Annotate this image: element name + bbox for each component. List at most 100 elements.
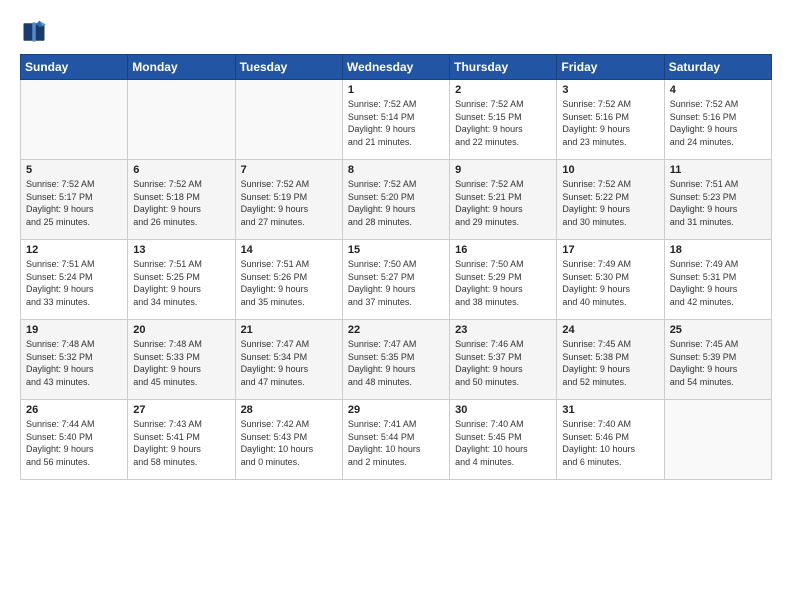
day-info: Sunrise: 7:43 AM Sunset: 5:41 PM Dayligh…	[133, 418, 229, 468]
day-cell: 12 Sunrise: 7:51 AM Sunset: 5:24 PM Dayli…	[21, 240, 128, 320]
day-info: Sunrise: 7:52 AM Sunset: 5:21 PM Dayligh…	[455, 178, 551, 228]
day-cell: 18 Sunrise: 7:49 AM Sunset: 5:31 PM Dayli…	[664, 240, 771, 320]
day-cell: 27 Sunrise: 7:43 AM Sunset: 5:41 PM Dayli…	[128, 400, 235, 480]
day-number: 6	[133, 164, 229, 176]
day-info: Sunrise: 7:48 AM Sunset: 5:33 PM Dayligh…	[133, 338, 229, 388]
day-info: Sunrise: 7:50 AM Sunset: 5:29 PM Dayligh…	[455, 258, 551, 308]
day-number: 14	[241, 244, 337, 256]
day-info: Sunrise: 7:51 AM Sunset: 5:26 PM Dayligh…	[241, 258, 337, 308]
day-cell: 17 Sunrise: 7:49 AM Sunset: 5:30 PM Dayli…	[557, 240, 664, 320]
day-number: 3	[562, 84, 658, 96]
day-cell: 26 Sunrise: 7:44 AM Sunset: 5:40 PM Dayli…	[21, 400, 128, 480]
day-cell	[128, 80, 235, 160]
day-cell: 29 Sunrise: 7:41 AM Sunset: 5:44 PM Dayli…	[342, 400, 449, 480]
logo-icon	[20, 18, 48, 46]
day-info: Sunrise: 7:45 AM Sunset: 5:38 PM Dayligh…	[562, 338, 658, 388]
day-cell: 15 Sunrise: 7:50 AM Sunset: 5:27 PM Dayli…	[342, 240, 449, 320]
calendar-page: SundayMondayTuesdayWednesdayThursdayFrid…	[0, 0, 792, 612]
day-info: Sunrise: 7:52 AM Sunset: 5:19 PM Dayligh…	[241, 178, 337, 228]
day-number: 5	[26, 164, 122, 176]
day-number: 8	[348, 164, 444, 176]
day-number: 31	[562, 404, 658, 416]
day-info: Sunrise: 7:52 AM Sunset: 5:16 PM Dayligh…	[670, 98, 766, 148]
calendar-table: SundayMondayTuesdayWednesdayThursdayFrid…	[20, 54, 772, 480]
day-info: Sunrise: 7:52 AM Sunset: 5:18 PM Dayligh…	[133, 178, 229, 228]
day-info: Sunrise: 7:49 AM Sunset: 5:31 PM Dayligh…	[670, 258, 766, 308]
day-number: 26	[26, 404, 122, 416]
day-number: 19	[26, 324, 122, 336]
day-info: Sunrise: 7:40 AM Sunset: 5:46 PM Dayligh…	[562, 418, 658, 468]
day-cell: 1 Sunrise: 7:52 AM Sunset: 5:14 PM Daylig…	[342, 80, 449, 160]
day-info: Sunrise: 7:52 AM Sunset: 5:15 PM Dayligh…	[455, 98, 551, 148]
day-cell	[235, 80, 342, 160]
day-number: 20	[133, 324, 229, 336]
day-number: 1	[348, 84, 444, 96]
week-row-2: 5 Sunrise: 7:52 AM Sunset: 5:17 PM Daylig…	[21, 160, 772, 240]
day-number: 27	[133, 404, 229, 416]
day-number: 7	[241, 164, 337, 176]
day-cell: 13 Sunrise: 7:51 AM Sunset: 5:25 PM Dayli…	[128, 240, 235, 320]
col-header-thursday: Thursday	[450, 55, 557, 80]
day-number: 23	[455, 324, 551, 336]
day-cell: 9 Sunrise: 7:52 AM Sunset: 5:21 PM Daylig…	[450, 160, 557, 240]
day-cell: 4 Sunrise: 7:52 AM Sunset: 5:16 PM Daylig…	[664, 80, 771, 160]
day-cell	[21, 80, 128, 160]
week-row-1: 1 Sunrise: 7:52 AM Sunset: 5:14 PM Daylig…	[21, 80, 772, 160]
day-cell: 7 Sunrise: 7:52 AM Sunset: 5:19 PM Daylig…	[235, 160, 342, 240]
week-row-3: 12 Sunrise: 7:51 AM Sunset: 5:24 PM Dayli…	[21, 240, 772, 320]
day-info: Sunrise: 7:49 AM Sunset: 5:30 PM Dayligh…	[562, 258, 658, 308]
header	[20, 18, 772, 46]
day-info: Sunrise: 7:46 AM Sunset: 5:37 PM Dayligh…	[455, 338, 551, 388]
header-row: SundayMondayTuesdayWednesdayThursdayFrid…	[21, 55, 772, 80]
day-number: 25	[670, 324, 766, 336]
day-info: Sunrise: 7:50 AM Sunset: 5:27 PM Dayligh…	[348, 258, 444, 308]
col-header-saturday: Saturday	[664, 55, 771, 80]
day-cell: 3 Sunrise: 7:52 AM Sunset: 5:16 PM Daylig…	[557, 80, 664, 160]
day-cell: 14 Sunrise: 7:51 AM Sunset: 5:26 PM Dayli…	[235, 240, 342, 320]
day-info: Sunrise: 7:47 AM Sunset: 5:34 PM Dayligh…	[241, 338, 337, 388]
day-number: 17	[562, 244, 658, 256]
logo	[20, 18, 54, 46]
day-cell: 10 Sunrise: 7:52 AM Sunset: 5:22 PM Dayli…	[557, 160, 664, 240]
day-cell: 16 Sunrise: 7:50 AM Sunset: 5:29 PM Dayli…	[450, 240, 557, 320]
day-number: 13	[133, 244, 229, 256]
day-number: 28	[241, 404, 337, 416]
day-cell: 25 Sunrise: 7:45 AM Sunset: 5:39 PM Dayli…	[664, 320, 771, 400]
day-cell: 21Sunrise: 7:47 AM Sunset: 5:34 PM Dayli…	[235, 320, 342, 400]
day-number: 24	[562, 324, 658, 336]
day-cell: 30Sunrise: 7:40 AM Sunset: 5:45 PM Dayli…	[450, 400, 557, 480]
day-number: 4	[670, 84, 766, 96]
day-number: 2	[455, 84, 551, 96]
day-cell: 11Sunrise: 7:51 AM Sunset: 5:23 PM Dayli…	[664, 160, 771, 240]
day-info: Sunrise: 7:52 AM Sunset: 5:14 PM Dayligh…	[348, 98, 444, 148]
day-cell: 5 Sunrise: 7:52 AM Sunset: 5:17 PM Daylig…	[21, 160, 128, 240]
day-number: 16	[455, 244, 551, 256]
day-info: Sunrise: 7:40 AM Sunset: 5:45 PM Dayligh…	[455, 418, 551, 468]
col-header-monday: Monday	[128, 55, 235, 80]
day-number: 15	[348, 244, 444, 256]
day-info: Sunrise: 7:48 AM Sunset: 5:32 PM Dayligh…	[26, 338, 122, 388]
day-number: 12	[26, 244, 122, 256]
day-info: Sunrise: 7:44 AM Sunset: 5:40 PM Dayligh…	[26, 418, 122, 468]
day-cell	[664, 400, 771, 480]
day-cell: 19 Sunrise: 7:48 AM Sunset: 5:32 PM Dayli…	[21, 320, 128, 400]
day-info: Sunrise: 7:52 AM Sunset: 5:16 PM Dayligh…	[562, 98, 658, 148]
day-info: Sunrise: 7:51 AM Sunset: 5:25 PM Dayligh…	[133, 258, 229, 308]
day-info: Sunrise: 7:41 AM Sunset: 5:44 PM Dayligh…	[348, 418, 444, 468]
day-number: 18	[670, 244, 766, 256]
day-info: Sunrise: 7:42 AM Sunset: 5:43 PM Dayligh…	[241, 418, 337, 468]
col-header-wednesday: Wednesday	[342, 55, 449, 80]
day-number: 29	[348, 404, 444, 416]
day-cell: 6 Sunrise: 7:52 AM Sunset: 5:18 PM Daylig…	[128, 160, 235, 240]
col-header-sunday: Sunday	[21, 55, 128, 80]
day-info: Sunrise: 7:51 AM Sunset: 5:24 PM Dayligh…	[26, 258, 122, 308]
col-header-friday: Friday	[557, 55, 664, 80]
day-cell: 24 Sunrise: 7:45 AM Sunset: 5:38 PM Dayli…	[557, 320, 664, 400]
day-number: 9	[455, 164, 551, 176]
day-info: Sunrise: 7:52 AM Sunset: 5:22 PM Dayligh…	[562, 178, 658, 228]
day-cell: 22Sunrise: 7:47 AM Sunset: 5:35 PM Dayli…	[342, 320, 449, 400]
day-number: 10	[562, 164, 658, 176]
day-info: Sunrise: 7:52 AM Sunset: 5:17 PM Dayligh…	[26, 178, 122, 228]
col-header-tuesday: Tuesday	[235, 55, 342, 80]
day-info: Sunrise: 7:45 AM Sunset: 5:39 PM Dayligh…	[670, 338, 766, 388]
